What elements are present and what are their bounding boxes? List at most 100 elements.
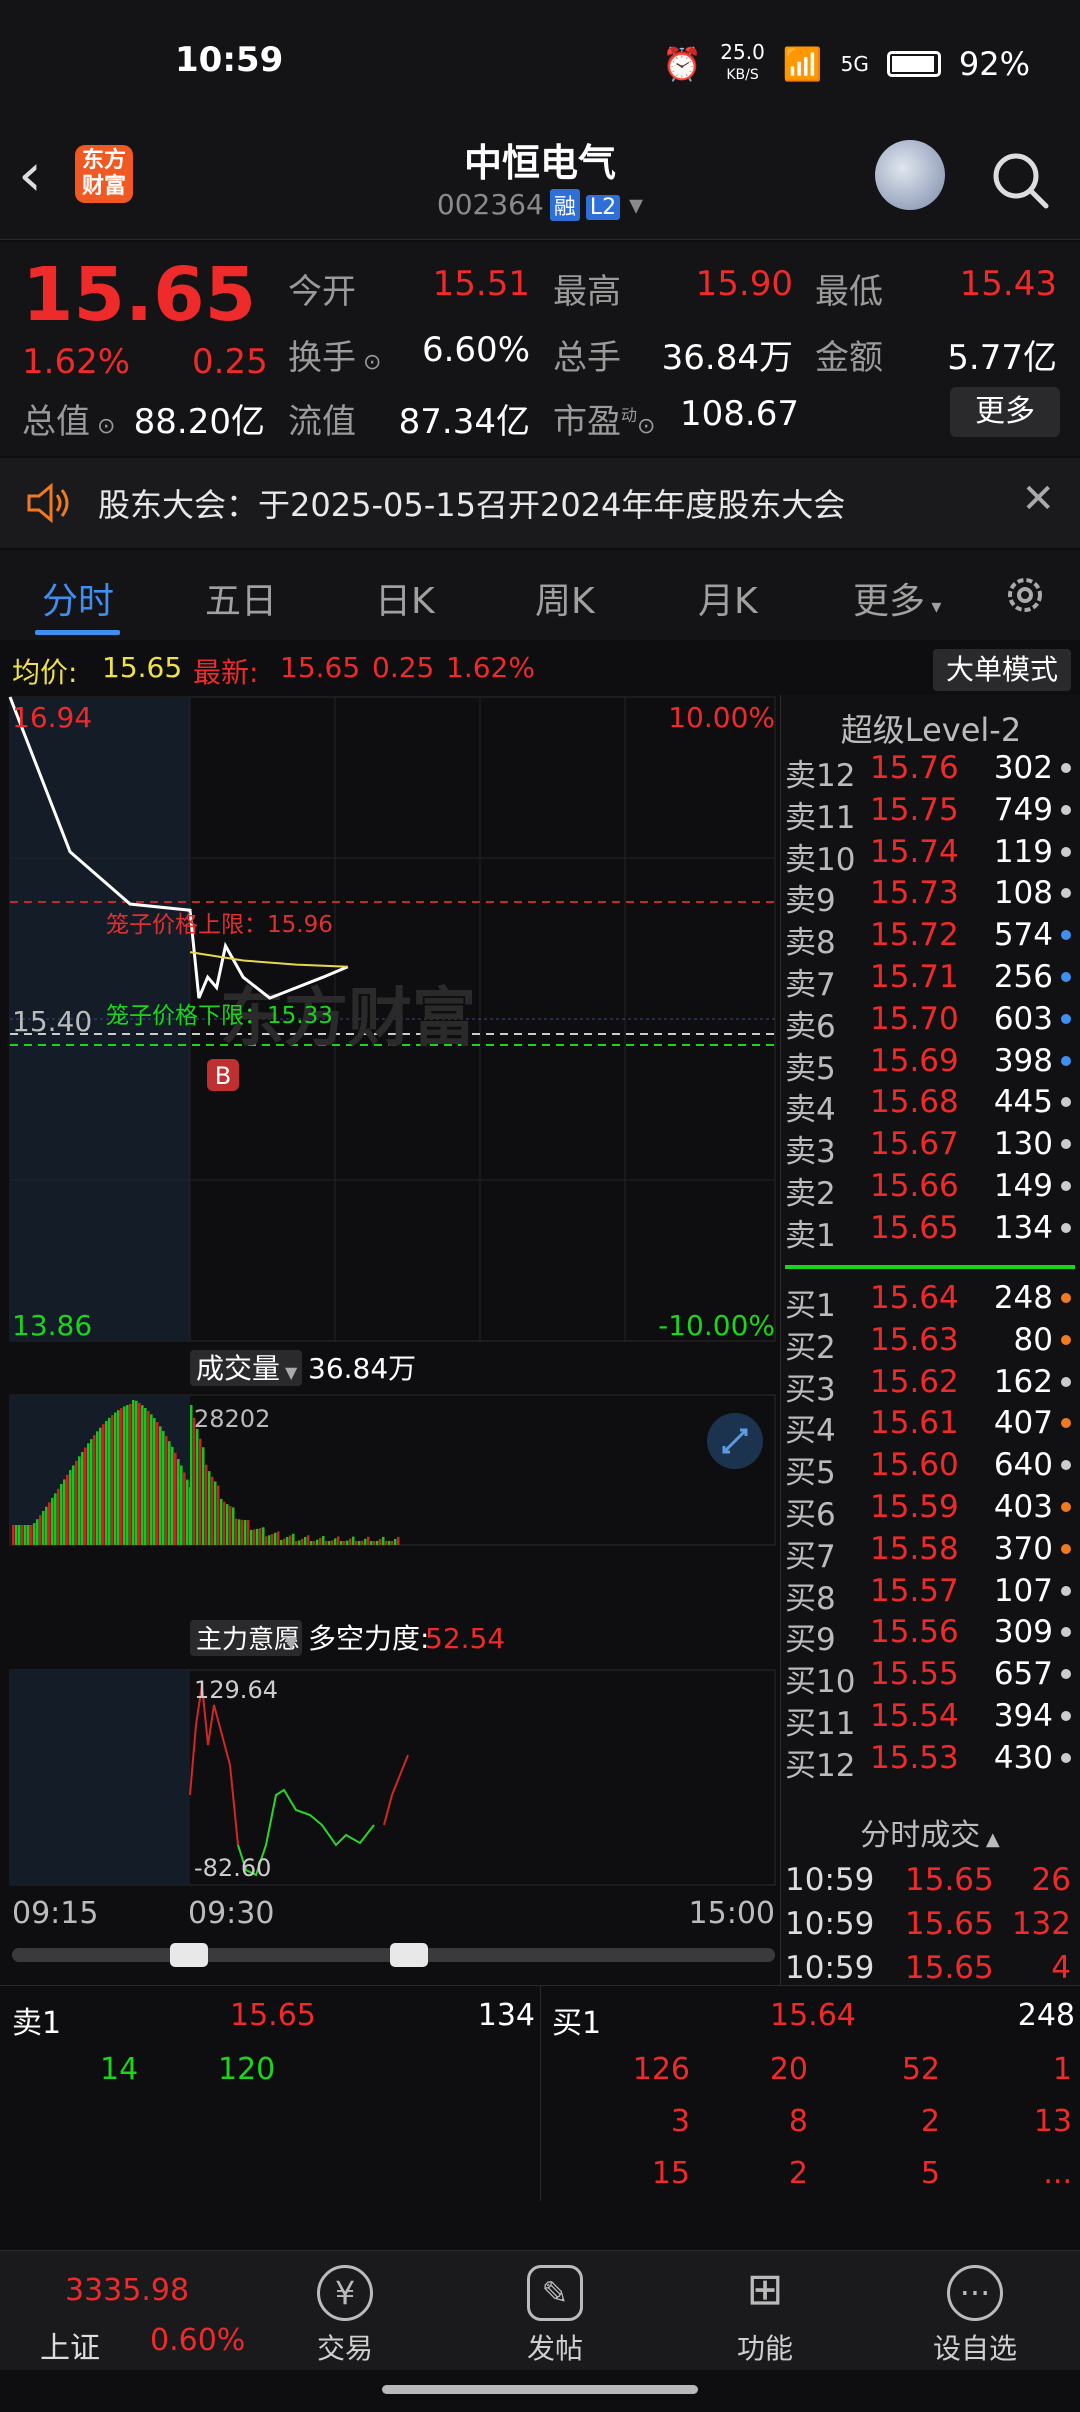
more-dots-icon: ··· — [947, 2265, 1003, 2321]
buy-level-row[interactable]: 买8 15.57 107 — [785, 1573, 1075, 1617]
sell-level-row[interactable]: 卖4 15.68 445 — [785, 1084, 1075, 1128]
volume-bar — [289, 1535, 292, 1545]
volume-bar — [84, 1447, 87, 1545]
level-dot-icon — [1061, 1418, 1071, 1429]
tab-intraday[interactable]: 分时 — [42, 572, 114, 624]
index-pct[interactable]: 0.60% — [150, 2323, 245, 2358]
amount-value: 5.77亿 — [947, 338, 1057, 378]
mktcap-label[interactable]: 总值 ⊙ — [22, 394, 115, 443]
nav-functions[interactable]: ⊞ 功能 — [695, 2265, 835, 2367]
buy-level-row[interactable]: 买11 15.54 394 — [785, 1698, 1075, 1742]
buy-level-row[interactable]: 买4 15.61 407 — [785, 1405, 1075, 1449]
sell-level-row[interactable]: 卖8 15.72 574 — [785, 917, 1075, 961]
volume-bar — [168, 1441, 171, 1545]
gear-icon[interactable] — [1000, 570, 1050, 620]
notice-bar[interactable]: 股东大会：于2025-05-15召开2024年年度股东大会 ✕ — [0, 458, 1080, 548]
big-order-mode-button[interactable]: 大单模式 — [933, 649, 1071, 691]
change-amount: 0.25 — [192, 342, 268, 382]
volume-bar — [208, 1471, 211, 1545]
buy-level-row[interactable]: 买1 15.64 248 — [785, 1280, 1075, 1324]
speaker-icon — [27, 482, 69, 524]
tick-time: 10:59 — [785, 1906, 875, 1942]
buy-level-row[interactable]: 买7 15.58 370 — [785, 1531, 1075, 1575]
volume-bar — [39, 1515, 42, 1545]
sell-level-row[interactable]: 卖11 15.75 749 — [785, 792, 1075, 836]
volume-bar — [229, 1505, 232, 1545]
volume-bar — [391, 1540, 394, 1545]
buy-marker[interactable]: B — [207, 1059, 239, 1091]
sell1-label: 卖1 — [12, 2006, 62, 2041]
tab-daily[interactable]: 日K — [375, 572, 435, 624]
force-title: 多空力度: — [308, 1622, 429, 1655]
sell-level-row[interactable]: 卖5 15.69 398 — [785, 1043, 1075, 1087]
volume-bar — [114, 1412, 117, 1545]
expand-icon[interactable] — [707, 1413, 763, 1469]
volume-bar — [153, 1418, 156, 1545]
tab-monthly[interactable]: 月K — [698, 572, 758, 624]
volume-bar — [96, 1431, 99, 1545]
volume-bar — [313, 1541, 316, 1545]
buy-level-row[interactable]: 买12 15.53 430 — [785, 1740, 1075, 1784]
buy-level-row[interactable]: 买6 15.59 403 — [785, 1489, 1075, 1533]
sell-level-row[interactable]: 卖10 15.74 119 — [785, 834, 1075, 878]
tab-more[interactable]: 更多 ▾ — [853, 572, 941, 624]
ticks-title[interactable]: 分时成交 ▲ — [780, 1810, 1080, 1860]
float-value: 87.34亿 — [398, 402, 530, 442]
volume-bar — [322, 1535, 325, 1545]
volume-bar — [220, 1498, 223, 1545]
nav-label: 功能 — [736, 2332, 793, 2365]
level-volume: 134 — [993, 1209, 1053, 1246]
more-button[interactable]: 更多 — [950, 387, 1060, 437]
level-dot-icon — [1061, 1627, 1071, 1638]
dropdown-icon: ▾ — [620, 188, 644, 221]
intraday-chart[interactable]: 东方财富 16.94 15.40 13.86 10.00% -10.00% 笼子… — [0, 695, 780, 1995]
buy-level-row[interactable]: 买9 15.56 309 — [785, 1614, 1075, 1658]
range-handle-right[interactable] — [390, 1943, 428, 1967]
volume-bar — [307, 1535, 310, 1545]
nav-add-watchlist[interactable]: ··· 设自选 — [905, 2265, 1045, 2367]
tab-weekly[interactable]: 周K — [535, 572, 595, 624]
turnover-label[interactable]: 换手 ⊙ — [288, 330, 381, 379]
tab-five-day[interactable]: 五日 — [205, 572, 277, 624]
level-dot-icon — [1061, 1543, 1071, 1554]
buy-level-row[interactable]: 买10 15.55 657 — [785, 1656, 1075, 1700]
nav-trade[interactable]: ¥ 交易 — [275, 2265, 415, 2367]
buy-level-row[interactable]: 买5 15.60 640 — [785, 1447, 1075, 1491]
volume-bar — [295, 1541, 298, 1545]
sell-level-row[interactable]: 卖12 15.76 302 — [785, 750, 1075, 794]
level-dot-icon — [1061, 1376, 1071, 1387]
sell-level-row[interactable]: 卖6 15.70 603 — [785, 1000, 1075, 1045]
sell-level-row[interactable]: 卖2 15.66 149 — [785, 1168, 1075, 1212]
volume-bar — [111, 1415, 114, 1545]
nav-post[interactable]: ✎ 发帖 — [485, 2265, 625, 2367]
volume-bar — [174, 1452, 177, 1545]
volume-bar — [373, 1541, 376, 1545]
sell-level-row[interactable]: 卖3 15.67 130 — [785, 1126, 1075, 1170]
volume-bar — [328, 1541, 331, 1545]
sell-level-row[interactable]: 卖1 15.65 134 — [785, 1209, 1075, 1254]
level-label: 卖2 — [785, 1176, 836, 1212]
pe-label[interactable]: 市盈动⊙ — [553, 394, 655, 443]
turnover-value: 6.60% — [421, 330, 530, 370]
index-name[interactable]: 上证 — [40, 2323, 100, 2367]
level-price: 15.70 — [870, 1000, 959, 1037]
level-volume: 256 — [993, 959, 1053, 995]
buy-level-row[interactable]: 买3 15.62 162 — [785, 1364, 1075, 1408]
cage-lower-label: 笼子价格下限：15.33 — [106, 1003, 333, 1029]
level-volume: 130 — [993, 1126, 1053, 1163]
nav-label: 设自选 — [932, 2332, 1017, 2365]
assistant-robot-icon[interactable] — [875, 140, 945, 210]
volume-bar — [27, 1525, 30, 1545]
search-icon[interactable] — [990, 150, 1050, 210]
home-indicator[interactable] — [382, 2385, 698, 2394]
close-icon[interactable]: ✕ — [1021, 476, 1055, 522]
sell-level-row[interactable]: 卖7 15.71 256 — [785, 959, 1075, 1003]
range-handle-left[interactable] — [170, 1943, 208, 1967]
sell-level-row[interactable]: 卖9 15.73 108 — [785, 875, 1075, 919]
buy-level-row[interactable]: 买2 15.63 80 — [785, 1322, 1075, 1366]
index-value[interactable]: 3335.98 — [65, 2273, 189, 2308]
level-label: 买6 — [785, 1497, 836, 1533]
level-volume: 309 — [993, 1614, 1053, 1651]
volume-bar — [45, 1506, 48, 1545]
level-price: 15.55 — [870, 1656, 959, 1693]
